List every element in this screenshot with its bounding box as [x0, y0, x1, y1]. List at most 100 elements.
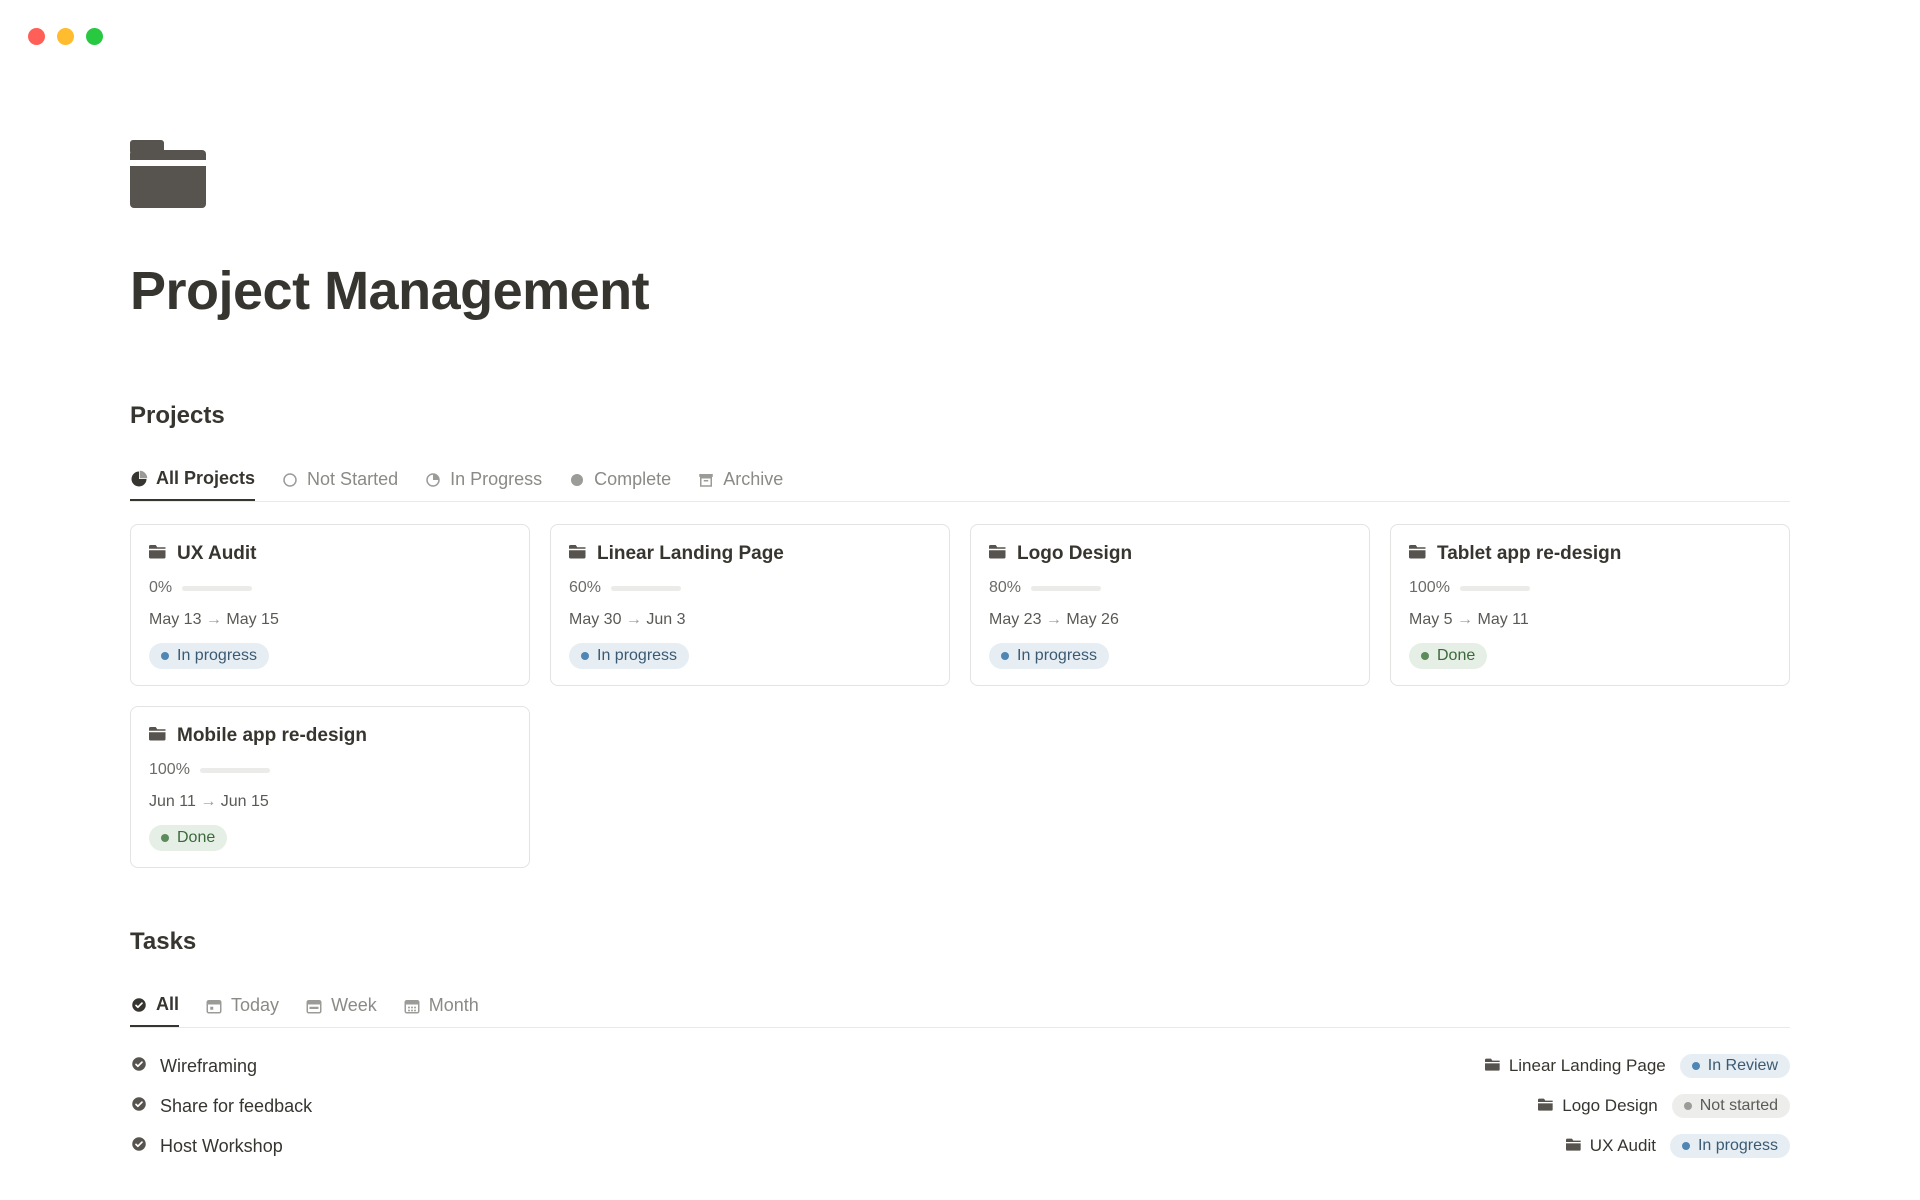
status-dot-icon: [1684, 1102, 1692, 1110]
tasks-heading: Tasks: [130, 928, 1790, 956]
status-label: In Review: [1708, 1057, 1778, 1075]
tab-not-started[interactable]: Not Started: [281, 460, 398, 501]
calendar-week-icon: [305, 997, 323, 1015]
progress-bar: [200, 768, 270, 773]
status-pill: Done: [1409, 643, 1487, 669]
archive-icon: [697, 471, 715, 489]
task-project-link[interactable]: UX Audit: [1566, 1136, 1656, 1156]
status-label: Not started: [1700, 1097, 1778, 1115]
folder-icon: [149, 543, 167, 565]
task-row[interactable]: Host Workshop UX Audit In progress: [130, 1126, 1790, 1166]
progress-percent: 80%: [989, 579, 1021, 597]
maximize-window-button[interactable]: [86, 28, 103, 45]
folder-icon: [1485, 1056, 1501, 1076]
project-title: Logo Design: [1017, 543, 1132, 565]
project-card[interactable]: Tablet app re-design 100% May 5 → May 11 Do…: [1390, 524, 1790, 686]
page-title: Project Management: [130, 260, 1790, 322]
pie-icon: [130, 470, 148, 488]
progress-bar: [182, 586, 252, 591]
status-pill: Done: [149, 825, 227, 851]
check-circle-icon: [130, 996, 148, 1014]
tab-label: Today: [231, 995, 279, 1016]
tasks-tabs: All Today Week Month: [130, 986, 1790, 1028]
status-label: Done: [177, 829, 215, 847]
date-range: May 5 → May 11: [1409, 611, 1771, 629]
minimize-window-button[interactable]: [57, 28, 74, 45]
date-range: May 13 → May 15: [149, 611, 511, 629]
folder-icon: [1566, 1136, 1582, 1156]
calendar-day-icon: [205, 997, 223, 1015]
close-window-button[interactable]: [28, 28, 45, 45]
status-label: Done: [1437, 647, 1475, 665]
status-dot-icon: [1001, 652, 1009, 660]
tab-in-progress[interactable]: In Progress: [424, 460, 542, 501]
tab-month[interactable]: Month: [403, 986, 479, 1027]
task-title: Host Workshop: [160, 1136, 283, 1157]
status-pill: Not started: [1672, 1094, 1790, 1118]
folder-icon: [149, 725, 167, 747]
date-range: Jun 11 → Jun 15: [149, 793, 511, 811]
tab-all-projects[interactable]: All Projects: [130, 460, 255, 501]
tab-label: Not Started: [307, 469, 398, 490]
status-dot-icon: [1682, 1142, 1690, 1150]
task-project-link[interactable]: Logo Design: [1538, 1096, 1657, 1116]
tab-week[interactable]: Week: [305, 986, 377, 1027]
folder-icon: [1538, 1096, 1554, 1116]
window-traffic-lights: [28, 28, 103, 45]
circle-outline-icon: [281, 471, 299, 489]
date-range: May 30 → Jun 3: [569, 611, 931, 629]
tab-label: Complete: [594, 469, 671, 490]
calendar-grid-icon: [403, 997, 421, 1015]
status-label: In progress: [177, 647, 257, 665]
progress-percent: 100%: [149, 761, 190, 779]
tab-archive[interactable]: Archive: [697, 460, 783, 501]
task-row[interactable]: WireframingLinear Landing PageIn Review: [130, 1046, 1790, 1086]
task-check-icon[interactable]: [130, 1135, 148, 1158]
progress-bar: [611, 586, 681, 591]
project-card[interactable]: Mobile app re-design 100% Jun 11 → Jun 15 D…: [130, 706, 530, 868]
tab-complete[interactable]: Complete: [568, 460, 671, 501]
tab-all-tasks[interactable]: All: [130, 986, 179, 1027]
project-title: Linear Landing Page: [597, 543, 784, 565]
status-pill: In progress: [1670, 1134, 1790, 1158]
task-title: Share for feedback: [160, 1096, 312, 1117]
task-check-icon[interactable]: [130, 1095, 148, 1118]
tab-label: Week: [331, 995, 377, 1016]
status-dot-icon: [161, 834, 169, 842]
progress-percent: 0%: [149, 579, 172, 597]
status-dot-icon: [1421, 652, 1429, 660]
tab-label: Archive: [723, 469, 783, 490]
status-pill: In progress: [149, 643, 269, 669]
status-label: In progress: [1698, 1137, 1778, 1155]
task-check-icon[interactable]: [130, 1055, 148, 1078]
project-title: UX Audit: [177, 543, 257, 565]
project-card[interactable]: UX Audit 0% May 13 → May 15 In progress: [130, 524, 530, 686]
status-dot-icon: [581, 652, 589, 660]
project-card[interactable]: Logo Design 80% May 23 → May 26 In progress: [970, 524, 1370, 686]
projects-heading: Projects: [130, 402, 1790, 430]
tab-label: In Progress: [450, 469, 542, 490]
tab-today[interactable]: Today: [205, 986, 279, 1027]
tab-label: All: [156, 994, 179, 1015]
folder-icon: [1409, 543, 1427, 565]
project-card[interactable]: Linear Landing Page 60% May 30 → Jun 3 In p…: [550, 524, 950, 686]
task-project-name: Linear Landing Page: [1509, 1056, 1666, 1076]
date-range: May 23 → May 26: [989, 611, 1351, 629]
folder-icon: [989, 543, 1007, 565]
progress-percent: 60%: [569, 579, 601, 597]
progress-icon: [424, 471, 442, 489]
task-list: WireframingLinear Landing PageIn ReviewS…: [130, 1046, 1790, 1166]
task-project-name: UX Audit: [1590, 1136, 1656, 1156]
status-label: In progress: [597, 647, 677, 665]
page-icon[interactable]: [130, 140, 1790, 208]
project-cards-grid: UX Audit0%May 13 → May 15In progressLine…: [130, 524, 1790, 868]
task-project-link[interactable]: Linear Landing Page: [1485, 1056, 1666, 1076]
project-title: Mobile app re-design: [177, 725, 367, 747]
status-dot-icon: [1692, 1062, 1700, 1070]
project-title: Tablet app re-design: [1437, 543, 1621, 565]
circle-filled-icon: [568, 471, 586, 489]
status-pill: In progress: [989, 643, 1109, 669]
status-dot-icon: [161, 652, 169, 660]
progress-percent: 100%: [1409, 579, 1450, 597]
task-row[interactable]: Share for feedback Logo Design Not started: [130, 1086, 1790, 1126]
